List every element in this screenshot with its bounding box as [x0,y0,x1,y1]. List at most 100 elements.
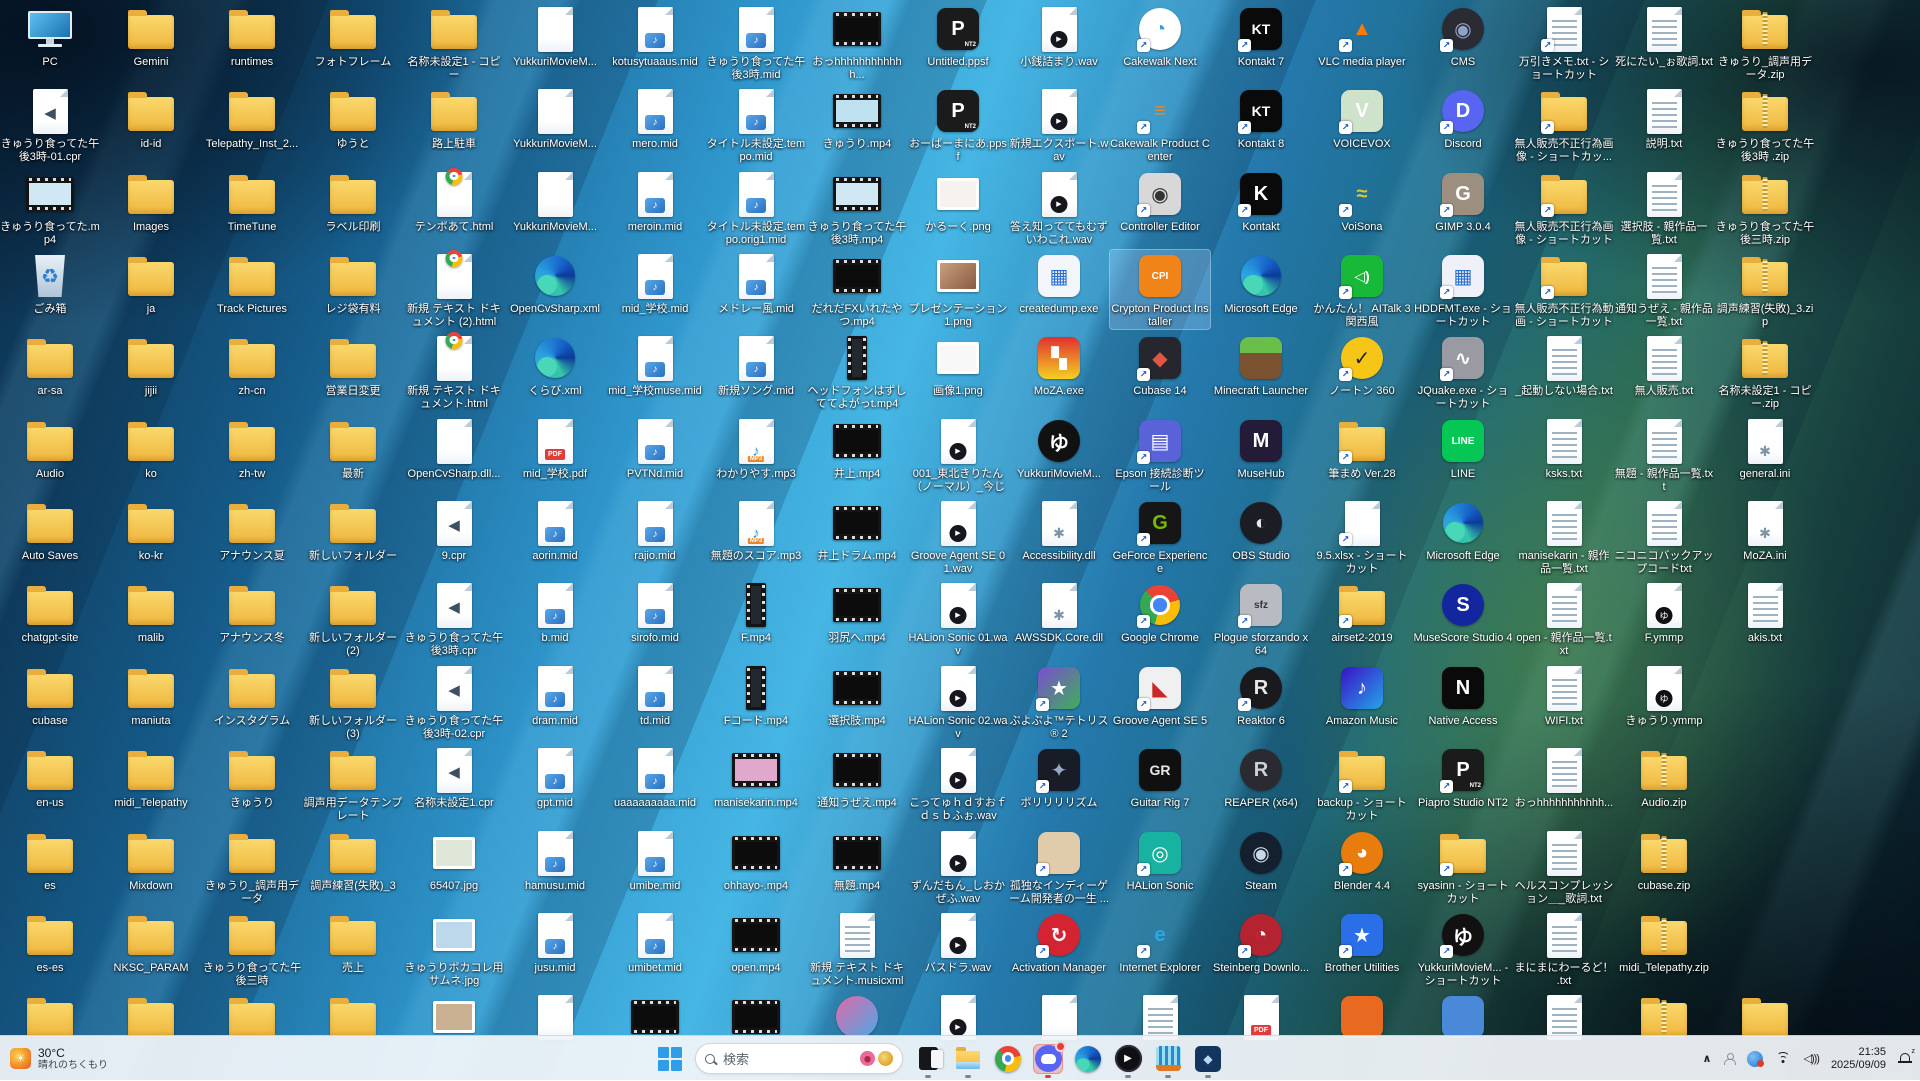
desktop-icon[interactable]: PNT2おーばーまにあ.ppsf [908,85,1008,164]
desktop-icon[interactable]: ▤↗Epson 接続診断ツール [1110,415,1210,494]
desktop-icon[interactable]: テンポあて.html [404,168,504,234]
desktop-icon[interactable]: Microsoft Edge [1413,497,1513,563]
desktop-icon[interactable]: 死にたい_ぉ歌詞.txt [1614,3,1714,69]
desktop-icon[interactable]: Audio [0,415,100,481]
desktop-icon[interactable]: ♪MP3無題のスコア.mp3 [706,497,806,563]
desktop-icon[interactable]: open.mp4 [706,909,806,975]
desktop-icon[interactable]: 羽尻へ.mp4 [807,579,907,645]
desktop-icon[interactable]: YukkuriMovieM... [505,85,605,151]
desktop-icon[interactable] [1614,991,1714,1041]
taskbar-app-widget-panel[interactable] [913,1044,943,1074]
desktop-icon[interactable]: ★↗Brother Utilities [1312,909,1412,975]
desktop-icon[interactable]: jijii [101,332,201,398]
desktop-icon[interactable]: ▶ [908,991,1008,1041]
desktop-icon[interactable]: KT↗Kontakt 8 [1211,85,1311,151]
desktop-icon[interactable]: ◁)↗かんたん！ AITalk 3 関西風 [1312,250,1412,329]
desktop-icon[interactable]: PC [0,3,100,69]
desktop-icon[interactable]: Mixdown [101,827,201,893]
desktop-icon[interactable]: runtimes [202,3,302,69]
desktop-icon[interactable]: KT↗Kontakt 7 [1211,3,1311,69]
desktop-icon[interactable]: R↗Reaktor 6 [1211,662,1311,728]
desktop-icon[interactable]: 新しいフォルダー (2) [303,579,403,658]
desktop-icon[interactable]: ♻ごみ箱 [0,250,100,316]
desktop-icon[interactable]: 新しいフォルダー (3) [303,662,403,741]
desktop-icon[interactable]: ▶答え知っててもむずいわこれ.wav [1009,168,1109,247]
desktop-icon[interactable]: ko-kr [101,497,201,563]
desktop-icon[interactable]: ◣↗Groove Agent SE 5 [1110,662,1210,728]
desktop-icon[interactable] [101,991,201,1041]
desktop-icon[interactable]: 通知うぜえ.mp4 [807,744,907,810]
desktop-icon[interactable]: D↗Discord [1413,85,1513,151]
taskbar-app-chrome[interactable] [993,1044,1023,1074]
desktop-icon[interactable]: ラベル印刷 [303,168,403,234]
desktop-icon[interactable]: WIFI.txt [1514,662,1614,728]
desktop-icon[interactable]: F.mp4 [706,579,806,645]
desktop-icon[interactable]: PDF [1211,991,1311,1041]
desktop-icon[interactable]: Microsoft Edge [1211,250,1311,316]
desktop-icon[interactable]: ◀きゅうり食ってた午後3時-01.cpr [0,85,100,164]
desktop-icon[interactable]: Minecraft Launcher [1211,332,1311,398]
desktop-icon[interactable]: NNative Access [1413,662,1513,728]
desktop-icon[interactable]: 無題.mp4 [807,827,907,893]
desktop-icon[interactable]: おっhhhhhhhhhhh... [1514,744,1614,810]
desktop-icon[interactable]: ♪meroin.mid [605,168,705,234]
desktop-icon[interactable]: だれだFXいれたやつ.mp4 [807,250,907,329]
desktop-icon[interactable]: ksks.txt [1514,415,1614,481]
desktop-icon[interactable]: 調声練習(失敗)_3 [303,827,403,893]
desktop-icon[interactable]: ↗syasinn - ショートカット [1413,827,1513,906]
desktop-icon[interactable]: open - 親作品一覧.txt [1514,579,1614,658]
desktop-icon[interactable]: Fコード.mp4 [706,662,806,728]
desktop-icon[interactable]: ♪umibet.mid [605,909,705,975]
desktop-icon[interactable]: maniuta [101,662,201,728]
desktop-icon[interactable]: ↗Google Chrome [1110,579,1210,645]
taskbar-app-discord[interactable] [1033,1044,1063,1074]
desktop-icon[interactable]: フォトフレーム [303,3,403,69]
desktop-icon[interactable]: ▦createdump.exe [1009,250,1109,316]
desktop-icon[interactable]: ◉↗Controller Editor [1110,168,1210,234]
wifi-icon[interactable] [1775,1052,1791,1065]
desktop-icon[interactable]: きゅうり_調声用データ [202,827,302,906]
desktop-icon[interactable]: ✱AWSSDK.Core.dll [1009,579,1109,645]
desktop-icon[interactable]: アナウンス夏 [202,497,302,563]
desktop-icon[interactable]: ♪b.mid [505,579,605,645]
desktop-icon[interactable]: 名称未設定1 - コピー.zip [1715,332,1815,411]
desktop-icon[interactable] [404,991,504,1041]
desktop-icon[interactable]: manisekarin.mp4 [706,744,806,810]
desktop-icon[interactable]: ≡↗Cakewalk Product Center [1110,85,1210,164]
desktop-icon[interactable]: ♪td.mid [605,662,705,728]
desktop-icon[interactable]: 選択肢 - 親作品一覧.txt [1614,168,1714,247]
desktop-icon[interactable]: Audio.zip [1614,744,1714,810]
desktop-icon[interactable]: ▶こってゅｈｄすおｆｄｓｂふぉ.wav [908,744,1008,823]
desktop-icon[interactable]: ▶HALion Sonic 02.wav [908,662,1008,741]
start-button[interactable] [655,1044,685,1074]
desktop-icon[interactable]: ♪umibe.mid [605,827,705,893]
desktop-icon[interactable]: ◆↗Cubase 14 [1110,332,1210,398]
desktop-icon[interactable]: きゅうり食ってた午後3時.mp4 [807,168,907,247]
desktop-icon[interactable]: ◉Steam [1211,827,1311,893]
taskbar-app-library-manager[interactable] [1153,1044,1183,1074]
desktop-icon[interactable]: ▦↗HDDFMT.exe - ショートカット [1413,250,1513,329]
desktop-icon[interactable]: ゆきゅうり.ymmp [1614,662,1714,728]
desktop-icon[interactable]: ↗backup - ショートカット [1312,744,1412,823]
desktop-icon[interactable]: ✓↗ノートン 360 [1312,332,1412,398]
desktop-icon[interactable]: ♪rajio.mid [605,497,705,563]
desktop-icon[interactable]: 井上ドラム.mp4 [807,497,907,563]
desktop-icon[interactable]: 売上 [303,909,403,975]
desktop-icon[interactable]: アナウンス冬 [202,579,302,645]
desktop-icon[interactable]: きゅうり食ってた午後三時.zip [1715,168,1815,247]
desktop-icon[interactable]: 名称未設定1 - コピー [404,3,504,82]
desktop-icon[interactable]: レジ袋有料 [303,250,403,316]
desktop-icon[interactable]: ar-sa [0,332,100,398]
desktop-icon[interactable] [807,991,907,1041]
desktop-icon[interactable]: ✦↗ポリリリリズム [1009,744,1109,810]
desktop-icon[interactable]: manisekarin - 親作品一覧.txt [1514,497,1614,576]
desktop-icon[interactable]: ◐OBS Studio [1211,497,1311,563]
desktop-icon[interactable]: ◔↗Cakewalk Next [1110,3,1210,69]
taskbar-app-media-player[interactable]: ▶ [1113,1044,1143,1074]
desktop-icon[interactable]: cubase [0,662,100,728]
desktop-icon[interactable]: NKSC_PARAM [101,909,201,975]
desktop-icon[interactable]: ヘルスコンプレッション＿_歌詞.txt [1514,827,1614,906]
desktop-icon[interactable]: ♪PVTNd.mid [605,415,705,481]
desktop-icon[interactable]: es [0,827,100,893]
desktop-icon[interactable]: ▶Groove Agent SE 01.wav [908,497,1008,576]
